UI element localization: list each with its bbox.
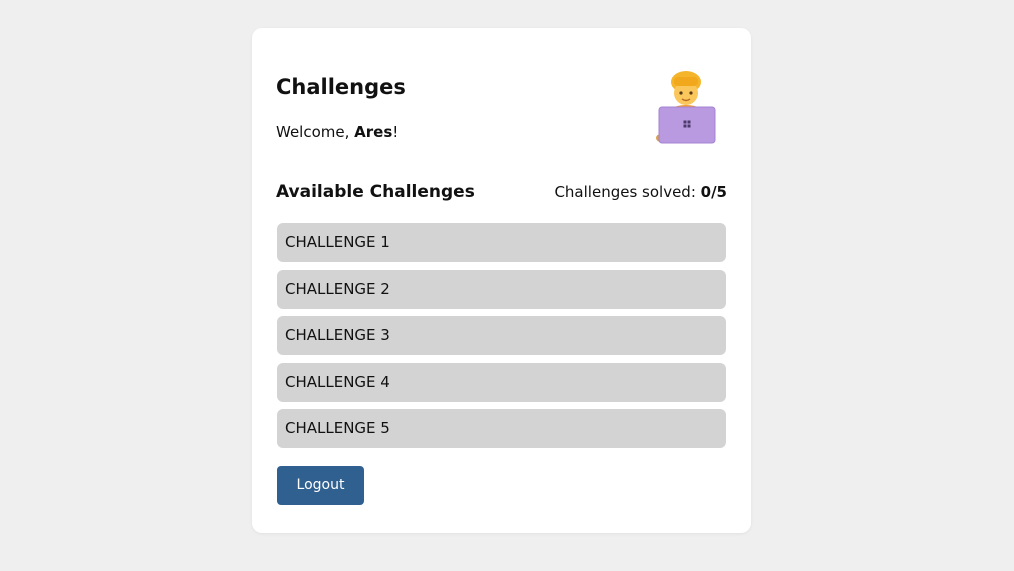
challenge-item-5[interactable]: CHALLENGE 5 bbox=[277, 409, 726, 448]
username: Ares bbox=[354, 123, 393, 141]
challenges-solved-counter: Challenges solved: 0/5 bbox=[554, 181, 727, 203]
page-title: Challenges bbox=[276, 75, 406, 99]
available-challenges-heading: Available Challenges bbox=[276, 182, 475, 202]
welcome-suffix: ! bbox=[392, 123, 399, 141]
challenge-item-2[interactable]: CHALLENGE 2 bbox=[277, 269, 726, 309]
solved-value: 0/5 bbox=[700, 183, 727, 201]
challenge-item-1[interactable]: CHALLENGE 1 bbox=[277, 223, 726, 262]
person-at-laptop-icon bbox=[656, 71, 716, 144]
welcome-message: Welcome, Ares! bbox=[276, 121, 398, 143]
challenge-list: CHALLENGE 1 CHALLENGE 2 CHALLENGE 3 CHAL… bbox=[277, 223, 726, 456]
solved-label: Challenges solved: bbox=[554, 183, 701, 201]
challenge-item-4[interactable]: CHALLENGE 4 bbox=[277, 362, 726, 402]
welcome-prefix: Welcome, bbox=[276, 123, 355, 141]
challenge-item-3[interactable]: CHALLENGE 3 bbox=[277, 316, 726, 355]
logout-button[interactable]: Logout bbox=[277, 466, 364, 505]
challenges-card: Challenges Welcome, Ares! Available Chal… bbox=[252, 28, 751, 533]
